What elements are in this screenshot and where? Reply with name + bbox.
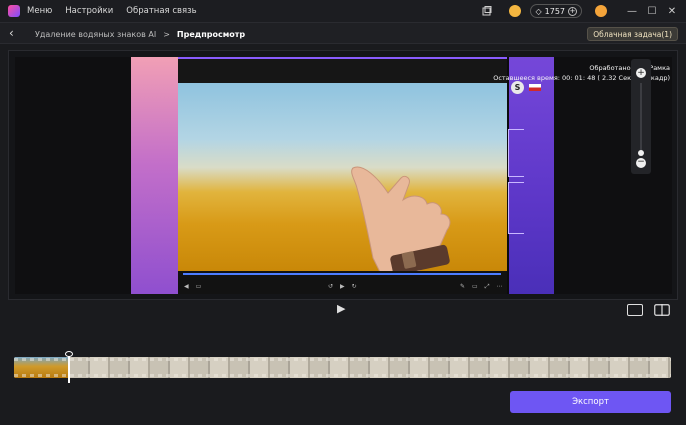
credits-count: 1757 — [544, 6, 565, 16]
minimize-icon[interactable]: — — [622, 0, 642, 22]
zoom-in-icon[interactable]: + — [636, 68, 646, 78]
fullscreen-icon: ⤢ — [484, 283, 490, 290]
hand-illustration — [351, 166, 451, 271]
pip-icon: ▭ — [472, 283, 478, 290]
edit-icon: ✎ — [460, 283, 466, 290]
frame-left-panel — [131, 57, 178, 294]
breadcrumb-current: Предпросмотр — [176, 29, 246, 39]
zoom-slider-handle[interactable] — [638, 150, 644, 156]
breadcrumb-separator: > — [163, 29, 170, 39]
preview-canvas: ◀ ▭ ↺ ▶ ↻ ✎ ▭ ⤢ ⋯ S Обработано 6/60 Рамка Оста… — [15, 57, 672, 294]
player-center-icons: ↺ ▶ ↻ — [328, 283, 357, 290]
timeline-sprocket — [14, 358, 671, 361]
add-credits-icon[interactable]: + — [568, 6, 577, 16]
timeline-sprocket — [14, 374, 671, 377]
subtitle-icon: ▭ — [195, 283, 202, 290]
diamond-icon: ◇ — [535, 6, 542, 16]
user-avatar-icon[interactable] — [594, 4, 608, 18]
app-logo-icon — [8, 5, 20, 17]
more-icon: ⋯ — [496, 283, 503, 290]
play-icon[interactable]: ▶ — [337, 302, 349, 316]
title-bar: Меню Настройки Обратная связь ◇ 1757 + —… — [0, 0, 686, 22]
nav-bar: ‹ Удаление водяных знаков AI > Предпросм… — [0, 22, 686, 44]
main-menu: Меню Настройки Обратная связь — [27, 0, 197, 22]
menu-item-feedback[interactable]: Обратная связь — [126, 6, 196, 16]
cloud-task-button[interactable]: Облачная задача(1) — [587, 27, 678, 41]
zoom-out-icon[interactable]: − — [636, 158, 646, 168]
timeline-filmstrip[interactable] — [14, 357, 671, 378]
volume-icon: ◀ — [184, 283, 189, 290]
frame-right-box — [508, 129, 524, 177]
split-view-icon[interactable] — [654, 304, 670, 316]
video-frame: ◀ ▭ ↺ ▶ ↻ ✎ ▭ ⤢ ⋯ S — [131, 57, 554, 294]
breadcrumb: Удаление водяных знаков AI > Предпросмот… — [35, 23, 245, 45]
credits-badge[interactable]: ◇ 1757 + — [530, 4, 582, 18]
embedded-player: ◀ ▭ ↺ ▶ ↻ ✎ ▭ ⤢ ⋯ — [178, 57, 507, 294]
coin-icon[interactable] — [508, 4, 522, 18]
export-button[interactable]: Экспорт — [510, 391, 671, 413]
rewind-icon: ↺ — [328, 283, 334, 290]
frame-right-box — [508, 182, 524, 234]
forward-icon: ↻ — [351, 283, 357, 290]
preview-stage: ◀ ▭ ↺ ▶ ↻ ✎ ▭ ⤢ ⋯ S Обработано 6/60 Рамка Оста… — [8, 50, 678, 300]
player-top-bar — [178, 59, 507, 83]
zoom-slider-track[interactable] — [640, 83, 642, 153]
maximize-icon[interactable]: ☐ — [642, 0, 662, 22]
video-image — [178, 83, 507, 271]
zoom-control: + − — [631, 59, 651, 174]
player-play-icon: ▶ — [340, 283, 345, 290]
task-list-icon[interactable] — [480, 4, 494, 18]
menu-item-settings[interactable]: Настройки — [65, 6, 113, 16]
player-progress — [183, 273, 501, 275]
back-arrow-icon[interactable]: ‹ — [9, 26, 14, 40]
titlebar-right: ◇ 1757 + — ☐ ✕ — [480, 0, 686, 22]
player-right-icons: ✎ ▭ ⤢ ⋯ — [460, 283, 503, 291]
single-view-icon[interactable] — [627, 304, 643, 316]
close-icon[interactable]: ✕ — [662, 0, 682, 22]
player-left-icons: ◀ ▭ — [184, 283, 201, 290]
breadcrumb-parent[interactable]: Удаление водяных знаков AI — [35, 30, 156, 39]
menu-item-menu[interactable]: Меню — [27, 6, 52, 16]
watermark-flag-icon — [529, 84, 541, 91]
player-controls: ◀ ▭ ↺ ▶ ↻ ✎ ▭ ⤢ ⋯ — [178, 271, 507, 294]
